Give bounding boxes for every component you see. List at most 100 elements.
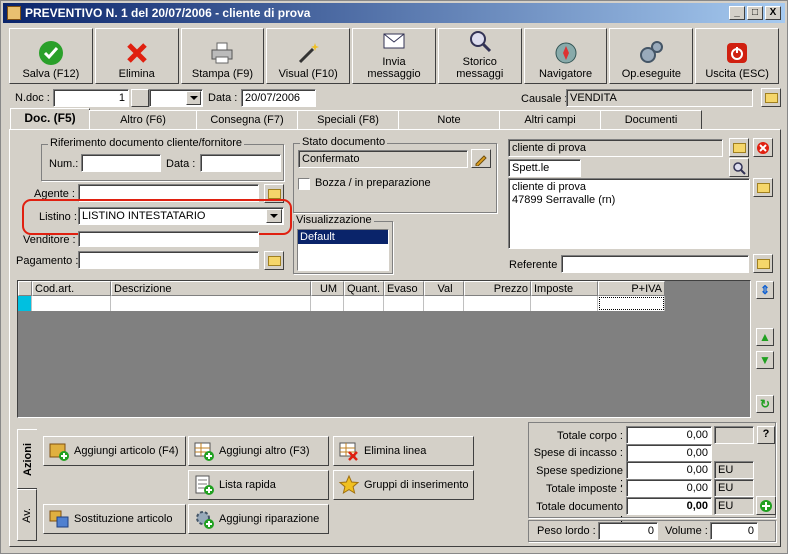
totals-add-button[interactable] [756,496,776,515]
referente-folder-button[interactable] [753,254,773,273]
grid-col-codart[interactable]: Cod.art. [32,281,111,296]
totale-imposte-field[interactable]: 0,00 [626,479,712,497]
pencil-icon [475,154,487,166]
add-box-icon [48,440,70,462]
grid-col-evaso[interactable]: Evaso [384,281,424,296]
table-row[interactable] [18,296,665,311]
print-button[interactable]: Stampa (F9) [180,28,265,84]
grid-cell[interactable] [464,296,531,311]
close-button[interactable]: X [765,6,781,20]
cliente-clear-button[interactable] [753,138,773,157]
grid-col-prezzo[interactable]: Prezzo [464,281,531,296]
pagamento-combo[interactable] [78,251,259,269]
grid-cell[interactable] [424,296,464,311]
operations-button[interactable]: Op.eseguite [609,28,694,84]
move-up-button[interactable]: ▲ [756,328,774,346]
move-down-button[interactable]: ▼ [756,351,774,369]
delete-line-button[interactable]: Elimina linea [333,436,474,466]
grid-col-val[interactable]: Val [424,281,464,296]
bozza-checkbox[interactable] [298,178,310,190]
causale-field[interactable]: VENDITA [566,89,753,107]
ndoc-input[interactable]: 1 [53,89,129,107]
tab-azioni[interactable]: Azioni [17,429,37,489]
ndoc-series-combo[interactable] [149,89,203,107]
venditore-input[interactable] [78,231,259,247]
add-repair-button[interactable]: Aggiungi riparazione [188,504,329,534]
visualizzazione-item-default[interactable]: Default [298,230,388,244]
rif-date-input[interactable] [200,154,281,172]
exit-button[interactable]: Uscita (ESC) [695,28,780,84]
delete-button[interactable]: Elimina [94,28,179,84]
ndoc-label: N.doc : [15,92,50,104]
chevron-down-icon [186,91,201,105]
grid-col-piva[interactable]: P+IVA [598,281,665,296]
totale-corpo-field[interactable]: 0,00 [626,426,712,444]
maximize-button[interactable]: □ [747,6,763,20]
send-message-button[interactable]: Invia messaggio [352,28,436,84]
ndoc-series-button[interactable] [131,89,149,107]
grid-cell[interactable] [531,296,598,311]
cliente-search-button[interactable] [729,158,749,177]
pagamento-folder-button[interactable] [264,251,284,270]
stato-edit-button[interactable] [471,149,491,168]
grid-cell[interactable] [384,296,424,311]
navigator-button[interactable]: Navigatore [523,28,608,84]
grid-cell[interactable] [32,296,111,311]
totale-documento-field[interactable]: 0,00 [626,497,712,515]
imposte-currency: EU [714,479,754,497]
articles-grid[interactable]: Cod.art. Descrizione UM Quant. Evaso Val… [17,280,751,418]
insertion-groups-button[interactable]: Gruppi di inserimento [333,470,474,500]
referente-input[interactable] [561,255,749,273]
add-other-button[interactable]: Aggiungi altro (F3) [188,436,329,466]
add-article-button[interactable]: Aggiungi articolo (F4) [43,436,186,466]
grid-col-um[interactable]: UM [311,281,344,296]
venditore-label: Venditore : [23,234,76,246]
quick-list-button[interactable]: Lista rapida [188,470,329,500]
spese-spedizione-field[interactable]: 0,00 [626,461,712,479]
address-folder-button[interactable] [753,178,773,197]
greeting-field[interactable]: Spett.le [508,159,581,177]
spese-incasso-field[interactable]: 0,00 [626,444,712,462]
minimize-button[interactable]: _ [729,6,745,20]
listino-dropdown-arrow[interactable] [266,209,282,223]
grid-cell[interactable] [311,296,344,311]
stato-field[interactable]: Confermato [298,150,468,168]
visualizzazione-title: Visualizzazione [294,214,374,226]
grid-cell[interactable] [111,296,311,311]
totale-imposte-label: Totale imposte : [545,483,623,495]
folder-icon [267,255,281,266]
causale-folder-button[interactable] [761,88,781,107]
grid-col-quant[interactable]: Quant. [344,281,384,296]
tab-altro[interactable]: Altro (F6) [89,110,197,130]
save-button[interactable]: Salva (F12) [9,28,93,84]
num-input[interactable] [81,154,161,172]
title-bar[interactable]: PREVENTIVO N. 1 del 20/07/2006 - cliente… [3,3,785,23]
grid-col-descrizione[interactable]: Descrizione [111,281,311,296]
tab-consegna[interactable]: Consegna (F7) [196,110,298,130]
help-button[interactable]: ? [757,426,775,444]
tab-av[interactable]: Av. [17,489,37,541]
tab-documenti[interactable]: Documenti [600,110,702,130]
visual-button[interactable]: Visual (F10) [266,28,351,84]
grid-col-imposte[interactable]: Imposte [531,281,598,296]
tab-doc[interactable]: Doc. (F5) [10,108,90,130]
volume-field[interactable]: 0 [710,522,758,540]
replace-article-button[interactable]: Sostituzione articolo [43,504,186,534]
listino-combo[interactable]: LISTINO INTESTATARIO [78,207,284,225]
move-top-button[interactable]: ⇕ [756,281,774,299]
message-history-button[interactable]: Storico messaggi [437,28,522,84]
cliente-field[interactable]: cliente di prova [508,139,723,157]
date-input[interactable]: 20/07/2006 [241,89,316,107]
tab-note[interactable]: Note [398,110,500,130]
visualizzazione-list[interactable]: Default [297,229,389,271]
grid-cell[interactable] [344,296,384,311]
peso-field[interactable]: 0 [598,522,658,540]
delete-table-icon [338,440,360,462]
tab-speciali[interactable]: Speciali (F8) [297,110,399,130]
grid-cell[interactable] [598,296,665,311]
tab-altri-campi[interactable]: Altri campi [499,110,601,130]
add-table-icon [193,440,215,462]
refresh-button[interactable]: ↻ [756,395,774,413]
address-box[interactable]: cliente di prova 47899 Serravalle (rn) [508,178,750,249]
cliente-folder-button[interactable] [729,138,749,157]
